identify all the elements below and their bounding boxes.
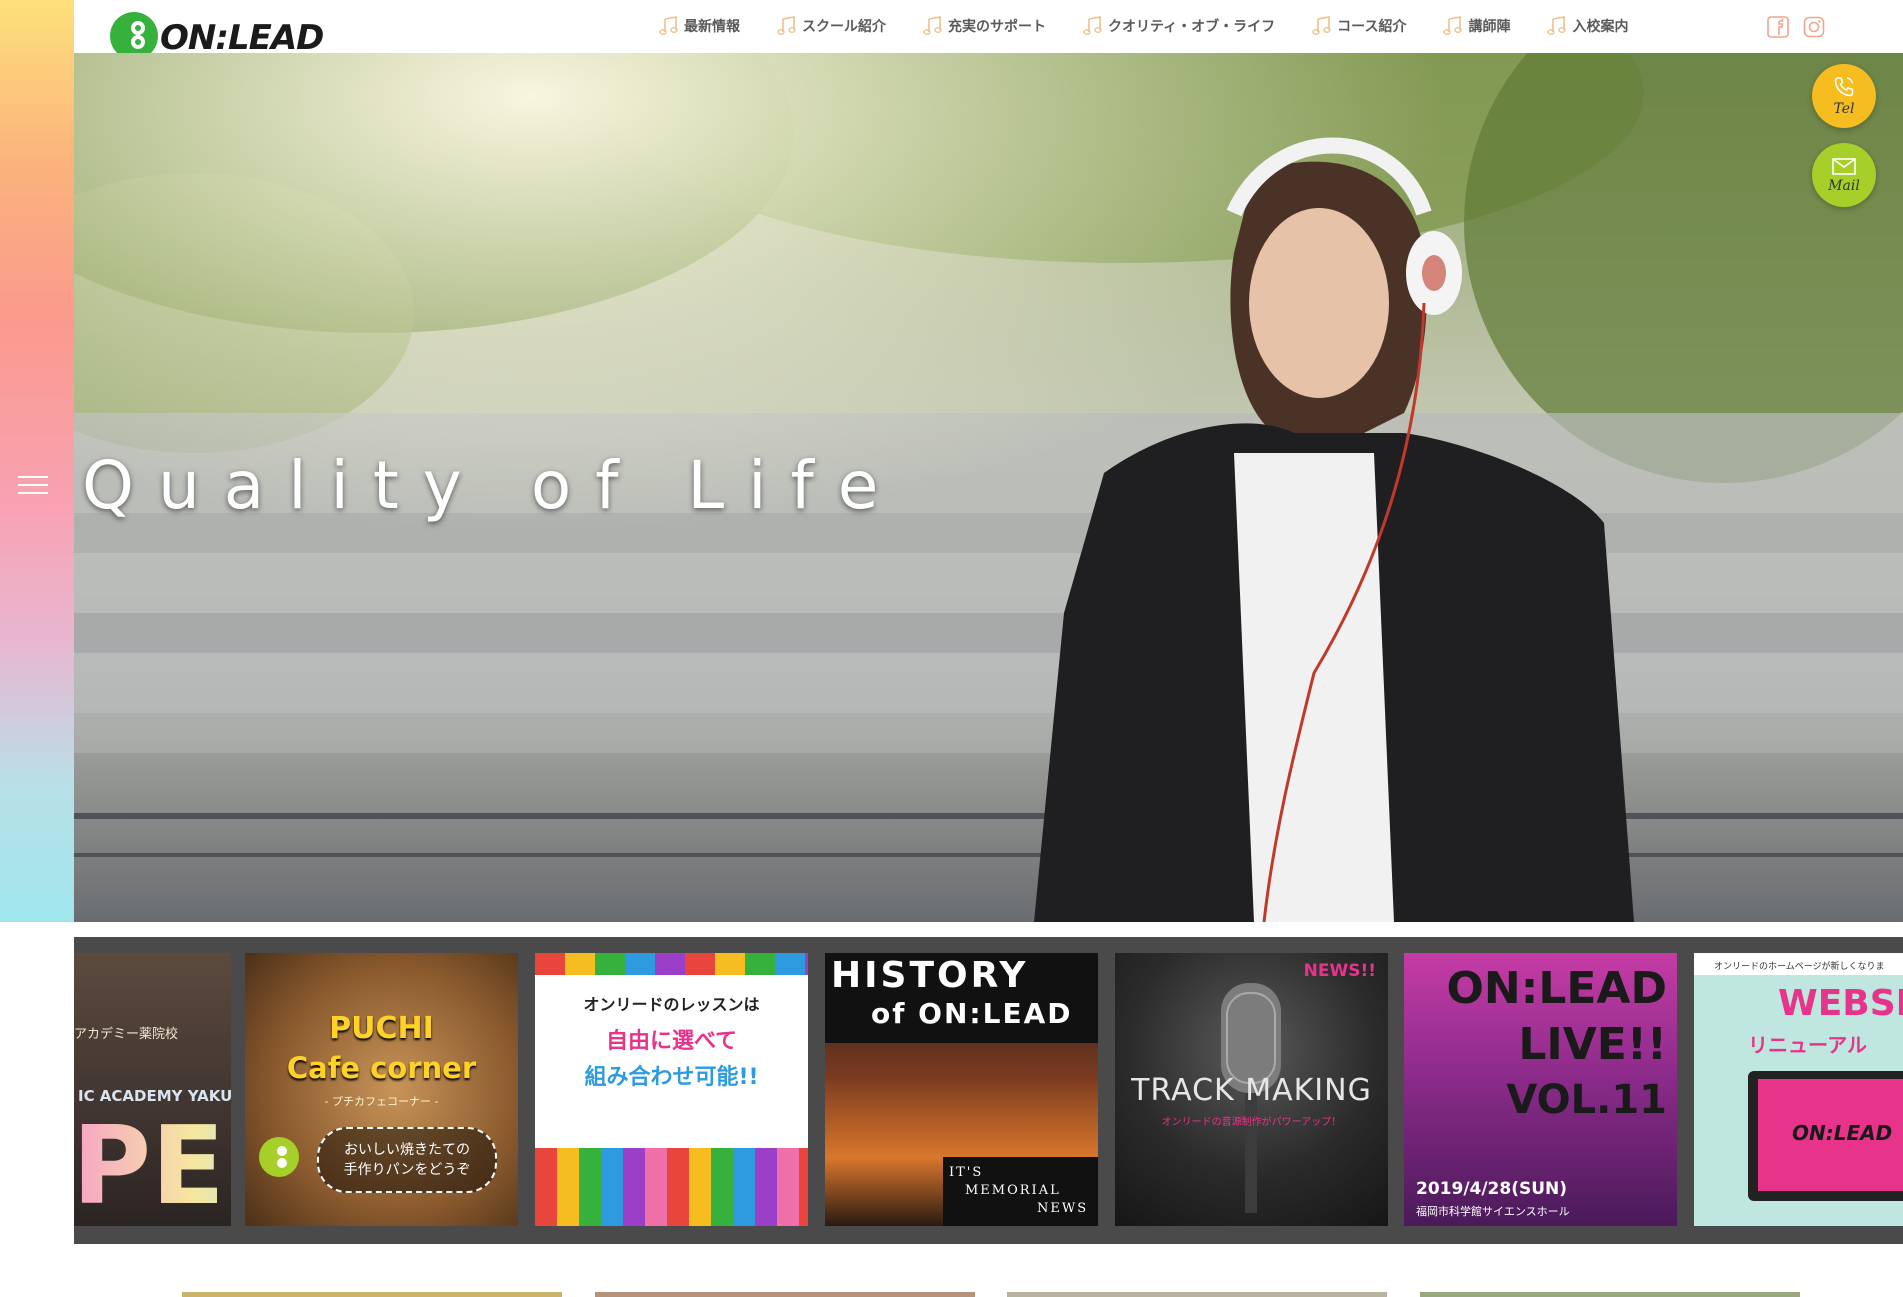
card-text: 自由に選べて	[605, 1029, 738, 1054]
nav-item-admission[interactable]: 入校案内	[1546, 14, 1628, 38]
content-tile	[182, 1292, 562, 1297]
nav-item-support[interactable]: 充実のサポート	[922, 14, 1046, 38]
news-card-lessons[interactable]: オンリードのレッスンは 自由に選べて 組み合わせ可能!!	[535, 953, 808, 1226]
music-note-icon	[777, 16, 796, 35]
card-title: LIVE!!	[1518, 1019, 1667, 1070]
card-title: PEN	[74, 1113, 231, 1221]
content-tile	[1007, 1292, 1387, 1297]
nav-label: クオリティ・オブ・ライフ	[1108, 19, 1276, 35]
card-title: TRACK MAKING	[1131, 1073, 1372, 1108]
facebook-icon[interactable]	[1767, 16, 1789, 38]
card-text: 手作りパンをどうぞ	[343, 1162, 471, 1178]
card-text: 組み合わせ可能!!	[584, 1065, 759, 1090]
tel-label: Tel	[1833, 101, 1855, 117]
music-note-icon	[1443, 16, 1463, 35]
event-date: 2019/4/28(SUN)	[1416, 1179, 1568, 1199]
card-text: NEWS	[1037, 1201, 1089, 1216]
card-title: ON:LEAD	[1446, 963, 1668, 1014]
music-note-icon	[1083, 16, 1102, 35]
card-title: PUCHI	[329, 1011, 434, 1046]
content-tile	[1420, 1292, 1800, 1297]
mail-icon	[1832, 158, 1856, 175]
menu-icon[interactable]	[18, 476, 48, 496]
nav-label: スクール紹介	[802, 19, 886, 35]
news-card-yakuin-open[interactable]: アカデミー薬院校 IC ACADEMY YAKUIN PEN	[74, 953, 231, 1226]
hero-tagline: Quality of Life	[82, 447, 903, 524]
news-badge: NEWS!!	[1303, 961, 1376, 981]
news-card-track-making[interactable]: NEWS!! TRACK MAKING オンリードの音源制作がパワーアップ！	[1115, 953, 1388, 1226]
card-title: HISTORY	[831, 955, 1029, 996]
card-title: VOL.11	[1506, 1077, 1667, 1123]
card-text: MEMORIAL	[965, 1183, 1061, 1198]
nav-item-school[interactable]: スクール紹介	[776, 14, 886, 38]
nav-item-instructors[interactable]: 講師陣	[1442, 14, 1510, 38]
card-text: アカデミー薬院校	[74, 1027, 179, 1042]
card-title: of ON:LEAD	[871, 997, 1073, 1030]
nav-label: コース紹介	[1337, 19, 1407, 35]
nav-label: 最新情報	[684, 19, 740, 35]
logo-text: ON:LEAD	[160, 18, 324, 58]
card-text: おいしい焼きたての	[344, 1142, 470, 1158]
music-note-icon	[1547, 16, 1567, 35]
main-nav: 最新情報 スクール紹介 充実のサポート クオリティ・オブ・ライフ コース紹介 講…	[658, 14, 1664, 38]
music-note-icon	[1312, 16, 1331, 35]
music-note-icon	[659, 16, 678, 35]
side-rail	[0, 0, 74, 922]
nav-item-quality-of-life[interactable]: クオリティ・オブ・ライフ	[1082, 14, 1275, 38]
card-text: IC ACADEMY YAKUIN	[78, 1087, 231, 1105]
mail-button[interactable]: Mail	[1812, 143, 1876, 207]
news-carousel: アカデミー薬院校 IC ACADEMY YAKUIN PEN PUCHI Caf…	[74, 937, 1903, 1244]
card-title: WEBSITE	[1778, 983, 1903, 1024]
nav-label: 入校案内	[1572, 19, 1629, 35]
phone-icon	[1834, 77, 1854, 97]
site-header: ON:LEAD 最新情報 スクール紹介 充実のサポート クオリティ・オブ・ライフ	[74, 0, 1903, 60]
news-card-cafe-corner[interactable]: PUCHI Cafe corner - プチカフェコーナー - おいしい焼きたて…	[245, 953, 518, 1226]
site-logo[interactable]: ON:LEAD	[108, 8, 324, 60]
logo-mark-icon	[259, 1137, 299, 1177]
logo-mark-icon	[110, 12, 158, 60]
nav-label: 充実のサポート	[948, 19, 1046, 35]
tel-button[interactable]: Tel	[1812, 64, 1876, 128]
nav-item-courses[interactable]: コース紹介	[1311, 14, 1406, 38]
card-text: オンリードのレッスンは	[583, 995, 760, 1014]
instagram-icon[interactable]	[1803, 16, 1825, 38]
hero-banner: Quality of Life	[74, 53, 1903, 922]
news-card-live[interactable]: ON:LEAD LIVE!! VOL.11 2019/4/28(SUN) 福岡市…	[1404, 953, 1677, 1226]
card-subtitle: - プチカフェコーナー -	[324, 1095, 439, 1108]
nav-item-news[interactable]: 最新情報	[658, 14, 740, 38]
card-logo: ON:LEAD	[1792, 1121, 1893, 1145]
nav-label: 講師陣	[1468, 19, 1511, 35]
card-title: Cafe corner	[286, 1051, 477, 1085]
news-card-website[interactable]: オンリードのホームページが新しくなりま WEBSITE リニューアル ON:LE…	[1694, 953, 1903, 1226]
news-card-history[interactable]: HISTORY of ON:LEAD IT'S MEMORIAL NEWS	[825, 953, 1098, 1226]
content-tile	[595, 1292, 975, 1297]
event-venue: 福岡市科学館サイエンスホール	[1416, 1205, 1570, 1218]
card-text: IT'S	[949, 1165, 984, 1180]
music-note-icon	[923, 16, 942, 35]
card-subtitle: オンリードの音源制作がパワーアップ！	[1161, 1117, 1342, 1128]
mail-label: Mail	[1828, 178, 1860, 194]
card-title: リニューアル	[1748, 1033, 1867, 1057]
card-text: オンリードのホームページが新しくなりま	[1714, 962, 1885, 972]
